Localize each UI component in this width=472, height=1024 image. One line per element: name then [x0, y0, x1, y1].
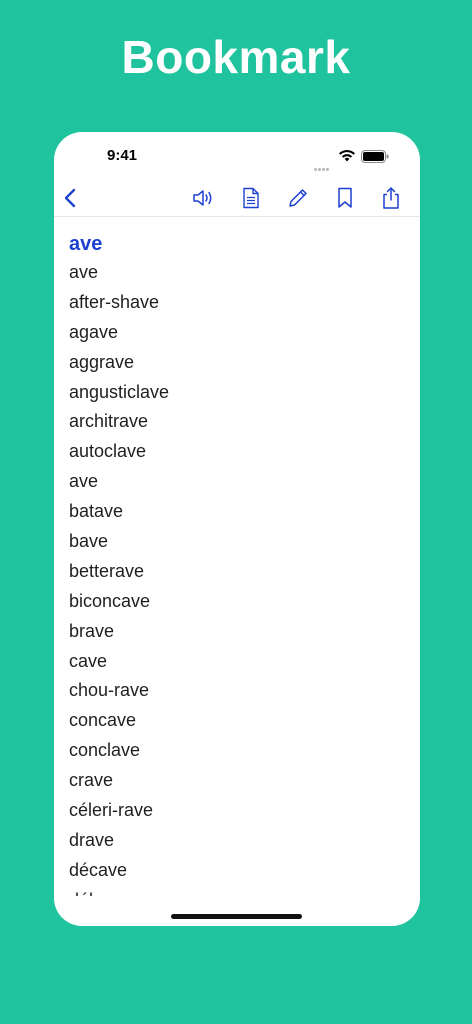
word-list-item[interactable]: drave: [69, 826, 409, 856]
word-list-item[interactable]: chou-rave: [69, 676, 409, 706]
word-list-item[interactable]: ave: [69, 258, 409, 288]
headword-title: ave: [69, 233, 103, 255]
edit-note-button[interactable]: [284, 184, 312, 212]
word-list-item[interactable]: angusticlave: [69, 378, 409, 408]
word-list-item[interactable]: bave: [69, 527, 409, 557]
word-list-item[interactable]: batave: [69, 497, 409, 527]
word-list-item[interactable]: brave: [69, 617, 409, 647]
status-time: 9:41: [107, 147, 138, 164]
banner-title: Bookmark: [121, 31, 351, 83]
word-list-item[interactable]: délave: [69, 886, 409, 896]
word-list-item[interactable]: aggrave: [69, 348, 409, 378]
bookmark-icon: [338, 187, 352, 208]
word-list-item[interactable]: céleri-rave: [69, 796, 409, 826]
word-list-item[interactable]: concave: [69, 706, 409, 736]
back-chevron-icon: [64, 188, 76, 208]
status-bar: 9:41: [54, 132, 420, 176]
word-list-item[interactable]: architrave: [69, 407, 409, 437]
pronounce-button[interactable]: [189, 184, 217, 212]
word-list-item[interactable]: cave: [69, 647, 409, 677]
document-icon: [243, 187, 259, 209]
word-list-item[interactable]: décave: [69, 856, 409, 886]
home-indicator: [171, 914, 302, 919]
battery-icon: [361, 150, 389, 163]
word-list-item[interactable]: crave: [69, 766, 409, 796]
word-list: ave after-shave agave aggrave angusticlave ar…: [69, 258, 409, 896]
wifi-icon: [339, 149, 355, 162]
bookmark-button[interactable]: [331, 184, 359, 212]
word-list-item[interactable]: after-shave: [69, 288, 409, 318]
phone-screen: 9:41 ave ave after-shave agave aggrave a…: [54, 132, 420, 926]
word-list-item[interactable]: agave: [69, 318, 409, 348]
definition-button[interactable]: [237, 184, 265, 212]
share-button[interactable]: [377, 184, 405, 212]
toolbar: [54, 180, 420, 217]
word-list-panel: ave ave after-shave agave aggrave angusticla…: [69, 228, 409, 896]
word-list-item[interactable]: autoclave: [69, 437, 409, 467]
pencil-icon: [289, 189, 307, 207]
share-icon: [383, 187, 399, 209]
back-button[interactable]: [56, 184, 84, 212]
word-list-item[interactable]: betterave: [69, 557, 409, 587]
word-list-item[interactable]: conclave: [69, 736, 409, 766]
cellular-signal-icon: [314, 158, 334, 171]
word-list-item[interactable]: biconcave: [69, 587, 409, 617]
word-list-item[interactable]: ave: [69, 467, 409, 497]
speaker-icon: [193, 190, 212, 206]
